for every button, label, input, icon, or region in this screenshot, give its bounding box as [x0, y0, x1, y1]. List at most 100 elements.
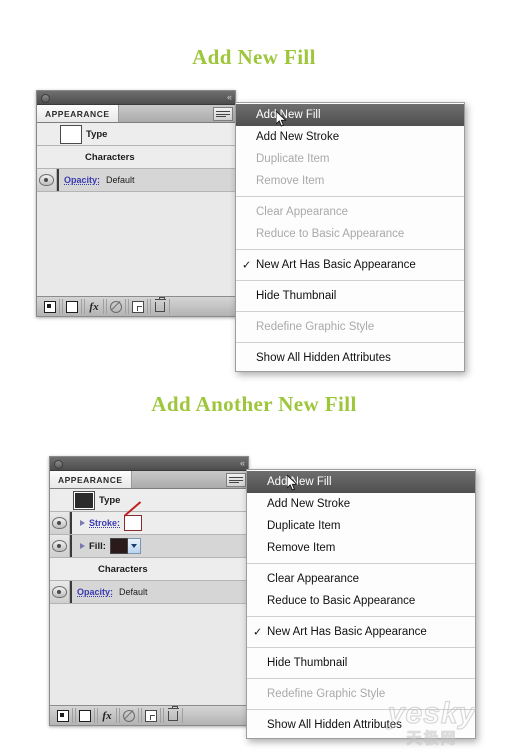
menu-separator [247, 678, 475, 679]
menu-item[interactable]: Reduce to Basic Appearance [247, 590, 475, 612]
menu-item[interactable]: Clear Appearance [247, 568, 475, 590]
menu-item-label: Redefine Graphic Style [256, 321, 375, 333]
add-effect-icon: fx [89, 300, 99, 313]
visibility-toggle[interactable] [37, 169, 57, 191]
row-indent-bar [70, 535, 72, 557]
panel-menu-icon[interactable] [213, 107, 233, 121]
menu-item-label: Show All Hidden Attributes [256, 352, 391, 364]
row-label: Type [86, 128, 108, 140]
menu-item-label: Clear Appearance [256, 206, 349, 218]
opacity-link[interactable]: Opacity: [77, 587, 113, 597]
visibility-toggle-placeholder [37, 123, 57, 145]
duplicate-item-button[interactable] [141, 708, 161, 723]
stroke-swatch-none[interactable] [124, 515, 143, 531]
appearance-panel-1[interactable]: « APPEARANCE Type Characters Opacity: De… [36, 90, 236, 317]
type-thumbnail[interactable] [73, 490, 95, 510]
expand-triangle-icon[interactable] [80, 543, 85, 549]
menu-items-1: Add New Fill Add New Stroke Duplicate Item… [236, 104, 464, 369]
appearance-row-fill[interactable]: Fill: [50, 535, 248, 558]
panel-context-menu-1[interactable]: Add New Fill Add New Stroke Duplicate Item… [235, 102, 465, 372]
panel-tabbar[interactable]: APPEARANCE [37, 105, 235, 123]
menu-separator [236, 342, 464, 343]
fill-label: Fill: [89, 540, 106, 552]
tab-appearance[interactable]: APPEARANCE [50, 471, 132, 488]
appearance-row-characters[interactable]: Characters [50, 558, 248, 581]
delete-item-icon [167, 705, 179, 721]
clear-appearance-icon [123, 709, 135, 722]
row-label: Characters [98, 563, 148, 575]
appearance-panel-2[interactable]: « APPEARANCE Type Stroke: Fill: Characte… [49, 456, 249, 726]
collapse-chevrons-icon[interactable]: « [227, 91, 232, 104]
new-stroke-button[interactable] [75, 708, 95, 723]
menu-item-label: Hide Thumbnail [267, 657, 348, 669]
menu-item[interactable]: Add New Stroke [236, 126, 464, 148]
new-fill-icon [44, 300, 56, 313]
panel-toolbar-1[interactable]: fx [37, 296, 235, 316]
panel-empty-area [37, 192, 235, 296]
appearance-row-opacity[interactable]: Opacity: Default [37, 169, 235, 192]
expand-triangle-icon[interactable] [80, 520, 85, 526]
checkmark-icon: ✓ [242, 259, 252, 272]
menu-separator [236, 249, 464, 250]
menu-item: Duplicate Item [236, 148, 464, 170]
stroke-link[interactable]: Stroke: [89, 518, 120, 528]
appearance-row-stroke[interactable]: Stroke: [50, 512, 248, 535]
clear-appearance-button[interactable] [106, 299, 126, 314]
menu-item[interactable]: Add New Stroke [247, 493, 475, 515]
new-fill-icon [57, 709, 69, 722]
tab-appearance[interactable]: APPEARANCE [37, 105, 119, 122]
menu-item[interactable]: Add New Fill [247, 471, 475, 493]
menu-item-label: Hide Thumbnail [256, 290, 337, 302]
fill-swatch-dropdown-icon[interactable] [126, 538, 141, 554]
fill-swatch[interactable] [109, 538, 128, 554]
clear-appearance-icon [110, 300, 122, 313]
duplicate-item-button[interactable] [128, 299, 148, 314]
collapse-chevrons-icon[interactable]: « [240, 457, 245, 470]
visibility-toggle[interactable] [50, 581, 70, 603]
appearance-row-type[interactable]: Type [50, 489, 248, 512]
menu-item[interactable]: ✓ New Art Has Basic Appearance [236, 254, 464, 276]
new-fill-button[interactable] [54, 708, 73, 723]
delete-item-button[interactable] [163, 705, 183, 723]
new-fill-button[interactable] [41, 299, 60, 314]
panel-menu-icon[interactable] [226, 473, 246, 487]
menu-item-label: Clear Appearance [267, 573, 360, 585]
appearance-row-opacity[interactable]: Opacity: Default [50, 581, 248, 604]
delete-item-button[interactable] [150, 296, 170, 314]
panel-titlebar[interactable]: « [37, 91, 235, 105]
clear-appearance-button[interactable] [119, 708, 139, 723]
menu-item-label: Add New Stroke [267, 498, 351, 510]
duplicate-item-icon [145, 709, 157, 722]
menu-separator [236, 280, 464, 281]
new-stroke-button[interactable] [62, 299, 82, 314]
menu-item[interactable]: Add New Fill [236, 104, 464, 126]
menu-item-label: Reduce to Basic Appearance [256, 228, 405, 240]
visibility-toggle[interactable] [50, 512, 70, 534]
menu-item[interactable]: Show All Hidden Attributes [236, 347, 464, 369]
panel-close-dot[interactable] [41, 94, 50, 103]
menu-item-label: New Art Has Basic Appearance [267, 626, 427, 638]
visibility-toggle[interactable] [50, 535, 70, 557]
panel-tabbar[interactable]: APPEARANCE [50, 471, 248, 489]
menu-separator [236, 311, 464, 312]
menu-item: Redefine Graphic Style [236, 316, 464, 338]
type-thumbnail[interactable] [60, 124, 82, 144]
opacity-link[interactable]: Opacity: [64, 175, 100, 185]
menu-item[interactable]: Hide Thumbnail [247, 652, 475, 674]
watermark-brand: yesky [387, 697, 477, 730]
duplicate-item-icon [132, 300, 144, 313]
opacity-value: Default [119, 587, 148, 597]
panel-close-dot[interactable] [54, 460, 63, 469]
add-effect-button[interactable]: fx [84, 299, 104, 314]
menu-item[interactable]: Remove Item [247, 537, 475, 559]
add-effect-button[interactable]: fx [97, 708, 117, 723]
visibility-toggle-placeholder [50, 489, 70, 511]
appearance-row-type[interactable]: Type [37, 123, 235, 146]
menu-item: Clear Appearance [236, 201, 464, 223]
menu-item[interactable]: Hide Thumbnail [236, 285, 464, 307]
panel-titlebar[interactable]: « [50, 457, 248, 471]
menu-item[interactable]: Duplicate Item [247, 515, 475, 537]
menu-item[interactable]: ✓ New Art Has Basic Appearance [247, 621, 475, 643]
panel-toolbar-2[interactable]: fx [50, 705, 248, 725]
appearance-row-characters[interactable]: Characters [37, 146, 235, 169]
